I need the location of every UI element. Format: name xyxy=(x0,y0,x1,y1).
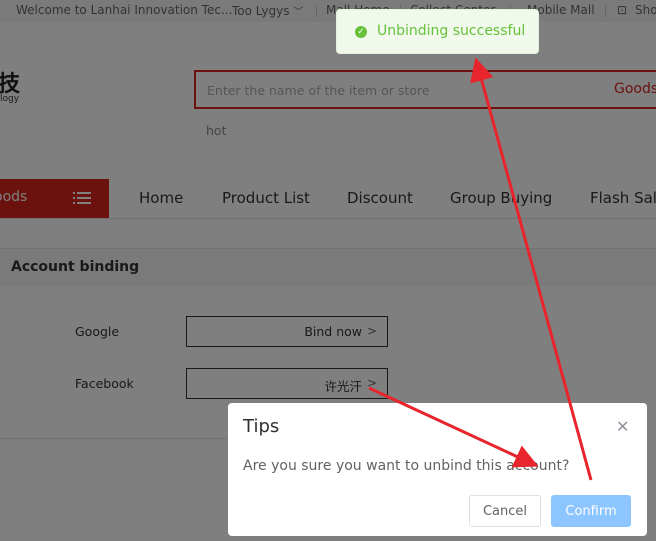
confirm-button[interactable]: Confirm xyxy=(551,495,631,527)
dialog-message: Are you sure you want to unbind this acc… xyxy=(243,458,570,474)
success-check-icon: ✓ xyxy=(355,26,367,38)
success-toast: ✓ Unbinding successful xyxy=(336,9,539,54)
dialog-title: Tips xyxy=(243,416,280,437)
confirm-dialog: Tips ✕ Are you sure you want to unbind t… xyxy=(228,403,647,536)
toast-message: Unbinding successful xyxy=(377,23,526,39)
cancel-button[interactable]: Cancel xyxy=(469,495,541,527)
close-icon[interactable]: ✕ xyxy=(616,419,629,435)
